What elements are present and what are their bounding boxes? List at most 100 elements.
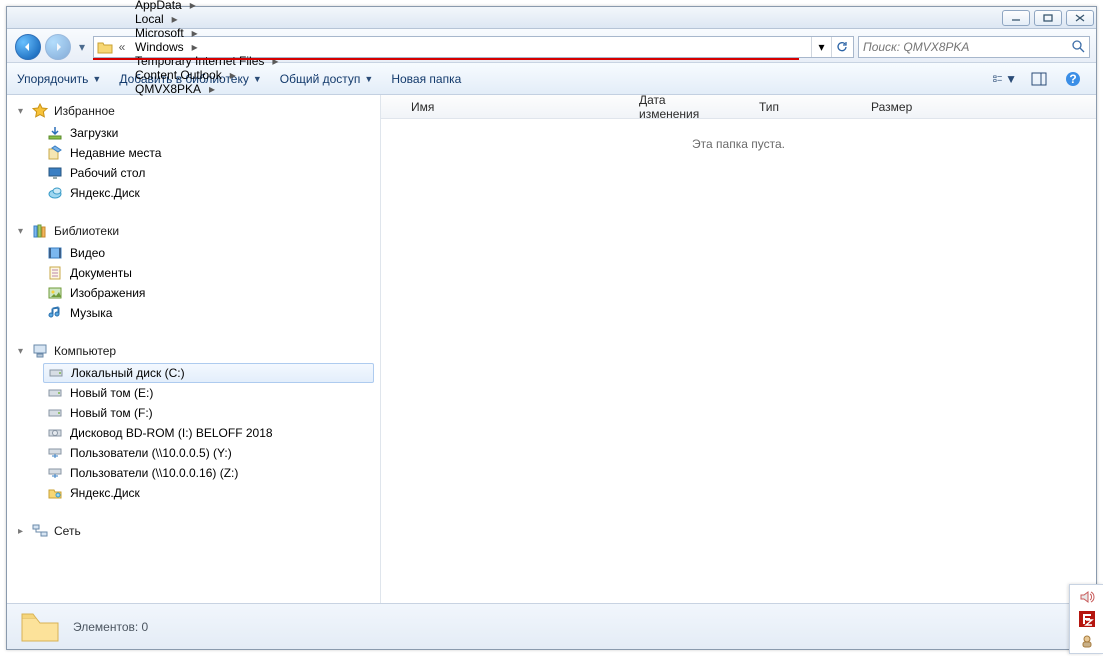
folder-large-icon: [19, 608, 61, 646]
breadcrumb-chevron-icon[interactable]: ▸: [269, 54, 281, 68]
tree-item[interactable]: Рабочий стол: [7, 163, 380, 183]
computer-group: ▾ Компьютер Локальный диск (C:) Новый том…: [7, 341, 380, 503]
empty-folder-message: Эта папка пуста.: [381, 119, 1096, 151]
tree-item[interactable]: Документы: [7, 263, 380, 283]
tree-item[interactable]: Пользователи (\\10.0.0.5) (Y:): [7, 443, 380, 463]
search-icon[interactable]: [1071, 39, 1085, 56]
breadcrumb-overflow-chevron[interactable]: «: [116, 40, 128, 54]
address-dropdown[interactable]: ▾: [811, 37, 831, 57]
breadcrumb-segment[interactable]: Content.Outlook: [130, 68, 227, 82]
favorites-header[interactable]: ▾ Избранное: [7, 101, 380, 123]
breadcrumb-segment[interactable]: Microsoft: [130, 26, 189, 40]
svg-text:?: ?: [1069, 72, 1076, 86]
back-button[interactable]: [15, 34, 41, 60]
forward-button[interactable]: [45, 34, 71, 60]
tree-item[interactable]: Яндекс.Диск: [7, 183, 380, 203]
tree-item[interactable]: Новый том (F:): [7, 403, 380, 423]
app-tray-icon[interactable]: [1079, 633, 1095, 649]
favorites-label: Избранное: [54, 104, 115, 118]
network-label: Сеть: [54, 524, 81, 538]
tree-item-label: Недавние места: [70, 146, 161, 160]
disk-icon: [47, 385, 63, 401]
body: ▾ Избранное Загрузки Недавние места Рабочи…: [7, 95, 1096, 603]
share-menu[interactable]: Общий доступ▼: [280, 72, 374, 86]
network-icon: [32, 523, 48, 539]
tree-item[interactable]: Новый том (E:): [7, 383, 380, 403]
filezilla-icon[interactable]: [1079, 611, 1095, 627]
column-date[interactable]: Дата изменения: [609, 95, 729, 118]
pics-icon: [47, 285, 63, 301]
navigation-tree[interactable]: ▾ Избранное Загрузки Недавние места Рабочи…: [7, 95, 381, 603]
breadcrumb-segment[interactable]: QMVX8PKA: [130, 82, 206, 96]
breadcrumb-segment[interactable]: Temporary Internet Files: [130, 54, 269, 68]
tree-item-label: Видео: [70, 246, 105, 260]
nav-history-dropdown[interactable]: ▾: [75, 40, 89, 54]
tree-item[interactable]: Видео: [7, 243, 380, 263]
expand-icon[interactable]: ▸: [15, 526, 26, 537]
tree-item-label: Локальный диск (C:): [71, 366, 185, 380]
view-options-button[interactable]: ▼: [992, 68, 1018, 90]
tree-item[interactable]: Пользователи (\\10.0.0.16) (Z:): [7, 463, 380, 483]
tree-item[interactable]: Музыка: [7, 303, 380, 323]
column-headers: Имя Дата изменения Тип Размер: [381, 95, 1096, 119]
share-label: Общий доступ: [280, 72, 361, 86]
search-input[interactable]: [863, 40, 1071, 54]
organize-menu[interactable]: Упорядочить▼: [17, 72, 101, 86]
libraries-label: Библиотеки: [54, 224, 119, 238]
breadcrumb-chevron-icon[interactable]: ▸: [169, 12, 181, 26]
breadcrumb-segment[interactable]: AppData: [130, 0, 187, 12]
tree-item-label: Яндекс.Диск: [70, 186, 140, 200]
breadcrumb-segment[interactable]: Local: [130, 12, 169, 26]
column-type[interactable]: Тип: [729, 95, 841, 118]
breadcrumb-chevron-icon[interactable]: ▸: [227, 68, 239, 82]
libraries-header[interactable]: ▾ Библиотеки: [7, 221, 380, 243]
collapse-icon[interactable]: ▾: [15, 346, 26, 357]
volume-icon[interactable]: [1079, 589, 1095, 605]
column-name[interactable]: Имя: [381, 95, 609, 118]
tree-item-label: Дисковод BD-ROM (I:) BELOFF 2018: [70, 426, 273, 440]
refresh-button[interactable]: [831, 37, 851, 57]
tree-item[interactable]: Дисковод BD-ROM (I:) BELOFF 2018: [7, 423, 380, 443]
maximize-button[interactable]: [1034, 10, 1062, 26]
tree-item-label: Новый том (F:): [70, 406, 153, 420]
tree-item-label: Пользователи (\\10.0.0.16) (Z:): [70, 466, 238, 480]
tree-item[interactable]: Недавние места: [7, 143, 380, 163]
tree-item[interactable]: Загрузки: [7, 123, 380, 143]
explorer-window: ▾ « AppData▸Local▸Microsoft▸Windows▸Temp…: [6, 6, 1097, 650]
breadcrumb-chevron-icon[interactable]: ▸: [189, 40, 201, 54]
new-folder-button[interactable]: Новая папка: [391, 72, 461, 86]
breadcrumb-chevron-icon[interactable]: ▸: [206, 82, 218, 96]
tree-item-label: Яндекс.Диск: [70, 486, 140, 500]
new-folder-label: Новая папка: [391, 72, 461, 86]
libraries-group: ▾ Библиотеки Видео ДокументыИзображенияМу…: [7, 221, 380, 323]
system-tray: [1069, 584, 1103, 654]
status-text: Элементов: 0: [73, 620, 148, 634]
address-underline-highlight: [93, 58, 799, 60]
help-button[interactable]: ?: [1060, 68, 1086, 90]
close-button[interactable]: [1066, 10, 1094, 26]
disk-icon: [47, 405, 63, 421]
yadiskf-icon: [47, 485, 63, 501]
tree-item[interactable]: Изображения: [7, 283, 380, 303]
folder-icon: [96, 38, 114, 56]
collapse-icon[interactable]: ▾: [15, 226, 26, 237]
bdrom-icon: [47, 425, 63, 441]
tree-item-label: Пользователи (\\10.0.0.5) (Y:): [70, 446, 232, 460]
breadcrumb-chevron-icon[interactable]: ▸: [187, 0, 199, 12]
tree-item[interactable]: Локальный диск (C:): [43, 363, 374, 383]
search-box[interactable]: [858, 36, 1090, 58]
favorites-group: ▾ Избранное Загрузки Недавние места Рабочи…: [7, 101, 380, 203]
collapse-icon[interactable]: ▾: [15, 106, 26, 117]
address-bar[interactable]: « AppData▸Local▸Microsoft▸Windows▸Tempor…: [93, 36, 854, 58]
preview-pane-button[interactable]: [1026, 68, 1052, 90]
status-bar: Элементов: 0: [7, 603, 1096, 649]
breadcrumb-segment[interactable]: Windows: [130, 40, 189, 54]
minimize-button[interactable]: [1002, 10, 1030, 26]
breadcrumb-chevron-icon[interactable]: ▸: [189, 26, 201, 40]
tree-item-label: Новый том (E:): [70, 386, 153, 400]
column-size[interactable]: Размер: [841, 95, 931, 118]
computer-header[interactable]: ▾ Компьютер: [7, 341, 380, 363]
tree-item[interactable]: Яндекс.Диск: [7, 483, 380, 503]
network-header[interactable]: ▸ Сеть: [7, 521, 380, 543]
tree-item-label: Загрузки: [70, 126, 118, 140]
